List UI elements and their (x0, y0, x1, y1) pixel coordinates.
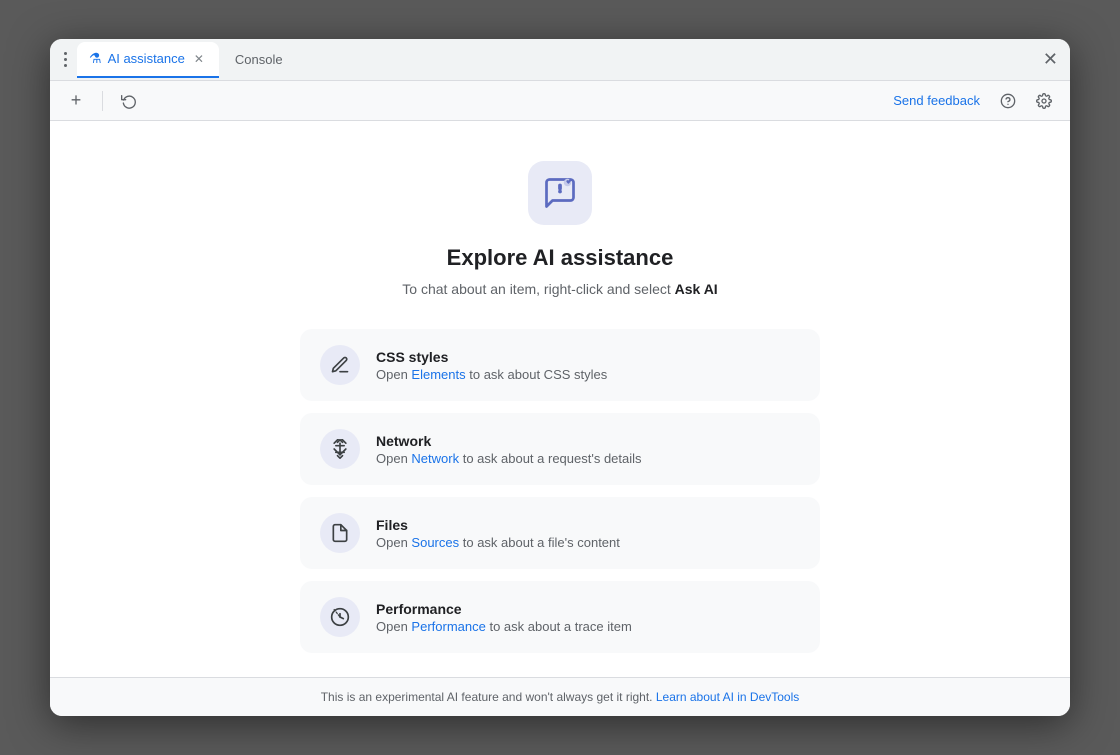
tab-ai-close[interactable]: ✕ (191, 51, 207, 67)
performance-content: Performance Open Performance to ask abou… (376, 601, 800, 634)
main-content: Explore AI assistance To chat about an i… (50, 121, 1070, 677)
send-feedback-button[interactable]: Send feedback (887, 89, 986, 112)
feature-card-css-styles[interactable]: CSS styles Open Elements to ask about CS… (300, 329, 820, 401)
network-content: Network Open Network to ask about a requ… (376, 433, 800, 466)
network-title: Network (376, 433, 800, 449)
ai-icon-container (528, 161, 592, 225)
css-styles-icon (320, 345, 360, 385)
footer-learn-link[interactable]: Learn about AI in DevTools (656, 690, 799, 704)
performance-link[interactable]: Performance (411, 619, 485, 634)
files-desc: Open Sources to ask about a file's conte… (376, 535, 800, 550)
feature-card-network[interactable]: Network Open Network to ask about a requ… (300, 413, 820, 485)
devtools-window: ⚗ AI assistance ✕ Console ✕ + Send feedb… (50, 39, 1070, 716)
history-button[interactable] (115, 87, 143, 115)
title-bar: ⚗ AI assistance ✕ Console ✕ (50, 39, 1070, 81)
perf-desc-suffix: to ask about a trace item (486, 619, 632, 634)
toolbar-divider-1 (102, 91, 103, 111)
performance-desc: Open Performance to ask about a trace it… (376, 619, 800, 634)
tab-console-label: Console (235, 52, 283, 67)
net-desc-prefix: Open (376, 451, 411, 466)
css-elements-link[interactable]: Elements (411, 367, 465, 382)
explore-subtitle: To chat about an item, right-click and s… (402, 281, 717, 297)
css-desc-prefix: Open (376, 367, 411, 382)
tab-ai-label: AI assistance (108, 51, 185, 66)
tab-ai-icon: ⚗ (89, 50, 102, 67)
ai-chat-icon (542, 175, 578, 211)
css-styles-desc: Open Elements to ask about CSS styles (376, 367, 800, 382)
sources-link[interactable]: Sources (411, 535, 459, 550)
files-desc-suffix: to ask about a file's content (459, 535, 620, 550)
footer-text: This is an experimental AI feature and w… (321, 690, 656, 704)
tab-console[interactable]: Console (223, 42, 295, 78)
files-content: Files Open Sources to ask about a file's… (376, 517, 800, 550)
css-desc-suffix: to ask about CSS styles (466, 367, 608, 382)
window-close-button[interactable]: ✕ (1039, 45, 1062, 74)
performance-title: Performance (376, 601, 800, 617)
css-styles-title: CSS styles (376, 349, 800, 365)
files-icon (320, 513, 360, 553)
files-title: Files (376, 517, 800, 533)
toolbar: + Send feedback (50, 81, 1070, 121)
subtitle-prefix: To chat about an item, right-click and s… (402, 281, 674, 297)
network-icon (320, 429, 360, 469)
footer: This is an experimental AI feature and w… (50, 677, 1070, 716)
network-link[interactable]: Network (411, 451, 459, 466)
network-desc: Open Network to ask about a request's de… (376, 451, 800, 466)
feature-cards: CSS styles Open Elements to ask about CS… (300, 329, 820, 653)
subtitle-highlight: Ask AI (675, 281, 718, 297)
feature-card-files[interactable]: Files Open Sources to ask about a file's… (300, 497, 820, 569)
help-button[interactable] (994, 87, 1022, 115)
css-styles-content: CSS styles Open Elements to ask about CS… (376, 349, 800, 382)
add-panel-button[interactable]: + (62, 87, 90, 115)
net-desc-suffix: to ask about a request's details (459, 451, 641, 466)
explore-title: Explore AI assistance (447, 245, 674, 271)
files-desc-prefix: Open (376, 535, 411, 550)
performance-icon (320, 597, 360, 637)
settings-button[interactable] (1030, 87, 1058, 115)
feature-card-performance[interactable]: Performance Open Performance to ask abou… (300, 581, 820, 653)
perf-desc-prefix: Open (376, 619, 411, 634)
tab-ai-assistance[interactable]: ⚗ AI assistance ✕ (77, 42, 219, 78)
three-dot-menu[interactable] (58, 44, 73, 75)
